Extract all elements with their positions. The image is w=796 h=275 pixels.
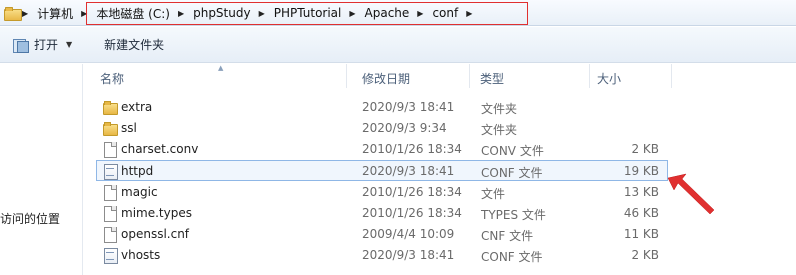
- breadcrumb-item-computer[interactable]: 计算机: [31, 2, 79, 24]
- chevron-right-icon[interactable]: ▶: [415, 9, 426, 18]
- file-date: 2020/9/3 9:34: [362, 121, 447, 135]
- file-type: TYPES 文件: [481, 208, 546, 222]
- column-header-name[interactable]: 名称: [100, 70, 124, 87]
- conf-file-icon: [103, 248, 118, 264]
- file-size: 2 KB: [631, 142, 659, 156]
- command-bar: 打开 ▼ 新建文件夹: [0, 27, 796, 63]
- file-name: mime.types: [121, 206, 192, 220]
- breadcrumb-item-phptutorial[interactable]: PHPTutorial: [268, 2, 348, 24]
- column-header-type[interactable]: 类型: [480, 70, 504, 87]
- column-header-date[interactable]: 修改日期: [362, 70, 410, 87]
- file-row-openssl-cnf[interactable]: openssl.cnf 2009/4/4 10:09 CNF 文件 11 KB: [96, 223, 668, 244]
- nav-item-recent-places[interactable]: 访问的位置: [0, 210, 60, 227]
- file-size: 2 KB: [631, 248, 659, 262]
- file-row-extra[interactable]: extra 2020/9/3 18:41 文件夹: [96, 96, 668, 117]
- file-icon: [103, 142, 117, 158]
- file-name: magic: [121, 185, 158, 199]
- folder-icon: [103, 121, 118, 136]
- file-row-charset-conv[interactable]: charset.conv 2010/1/26 18:34 CONV 文件 2 K…: [96, 138, 668, 159]
- pane-splitter[interactable]: [82, 64, 83, 275]
- file-name: extra: [121, 100, 153, 114]
- sort-ascending-icon: ▲: [218, 64, 224, 72]
- file-name: openssl.cnf: [121, 227, 190, 241]
- file-row-httpd[interactable]: httpd 2020/9/3 18:41 CONF 文件 19 KB: [96, 160, 668, 181]
- file-name: charset.conv: [121, 142, 199, 156]
- file-row-mime-types[interactable]: mime.types 2010/1/26 18:34 TYPES 文件 46 K…: [96, 202, 668, 223]
- chevron-right-icon[interactable]: ▶: [347, 9, 358, 18]
- file-type: 文件: [481, 187, 506, 201]
- file-name: ssl: [121, 121, 137, 135]
- new-folder-button[interactable]: 新建文件夹: [96, 32, 172, 58]
- file-name: httpd: [121, 164, 154, 178]
- file-row-magic[interactable]: magic 2010/1/26 18:34 文件 13 KB: [96, 181, 668, 202]
- breadcrumb-item-apache[interactable]: Apache: [359, 2, 416, 24]
- chevron-right-icon[interactable]: ▶: [257, 9, 268, 18]
- file-row-ssl[interactable]: ssl 2020/9/3 9:34 文件夹: [96, 117, 668, 138]
- chevron-down-icon[interactable]: ▼: [66, 40, 72, 49]
- open-button[interactable]: 打开 ▼: [4, 32, 80, 58]
- file-date: 2020/9/3 18:41: [362, 164, 455, 178]
- breadcrumb-item-conf[interactable]: conf: [426, 2, 464, 24]
- column-divider[interactable]: [589, 64, 590, 88]
- file-date: 2020/9/3 18:41: [362, 100, 455, 114]
- column-divider[interactable]: [671, 64, 672, 88]
- folder-icon: [103, 100, 118, 115]
- breadcrumb-item-phpstudy[interactable]: phpStudy: [187, 2, 257, 24]
- file-type: 文件夹: [481, 123, 518, 137]
- file-date: 2009/4/4 10:09: [362, 227, 455, 241]
- file-date: 2020/9/3 18:41: [362, 248, 455, 262]
- red-arrow-annotation: [667, 173, 715, 215]
- address-bar[interactable]: ▶ 计算机 ▶ 本地磁盘 (C:) ▶ phpStudy ▶ PHPTutori…: [0, 0, 796, 26]
- chevron-right-icon[interactable]: ▶: [176, 9, 187, 18]
- open-label: 打开: [34, 38, 59, 52]
- file-type: CONF 文件: [481, 250, 543, 264]
- folder-icon: [4, 7, 22, 21]
- column-divider[interactable]: [346, 64, 347, 88]
- breadcrumb-item-drive-c[interactable]: 本地磁盘 (C:): [90, 2, 176, 24]
- file-icon: [103, 227, 117, 243]
- file-type: CNF 文件: [481, 229, 534, 243]
- breadcrumb: ▶ 计算机 ▶ 本地磁盘 (C:) ▶ phpStudy ▶ PHPTutori…: [0, 2, 475, 24]
- file-size: 11 KB: [623, 227, 659, 241]
- new-folder-label: 新建文件夹: [104, 38, 165, 52]
- navigation-pane[interactable]: 访问的位置: [0, 64, 82, 275]
- file-size: 13 KB: [623, 185, 659, 199]
- file-icon: [103, 185, 117, 201]
- chevron-right-icon[interactable]: ▶: [79, 9, 90, 18]
- file-date: 2010/1/26 18:34: [362, 142, 462, 156]
- file-name: vhosts: [121, 248, 161, 262]
- file-icon: [103, 206, 117, 222]
- file-date: 2010/1/26 18:34: [362, 206, 462, 220]
- file-size: 19 KB: [623, 164, 659, 178]
- file-size: 46 KB: [623, 206, 659, 220]
- column-divider[interactable]: [469, 64, 470, 88]
- file-date: 2010/1/26 18:34: [362, 185, 462, 199]
- chevron-right-icon[interactable]: ▶: [464, 9, 475, 18]
- conf-file-icon: [103, 164, 118, 180]
- column-header-size[interactable]: 大小: [597, 70, 621, 87]
- file-type: CONF 文件: [481, 166, 543, 180]
- file-type: CONV 文件: [481, 144, 544, 158]
- file-row-vhosts[interactable]: vhosts 2020/9/3 18:41 CONF 文件 2 KB: [96, 244, 668, 265]
- open-icon: [12, 38, 29, 53]
- column-headers: ▲ 名称 修改日期 类型 大小: [83, 64, 796, 88]
- file-type: 文件夹: [481, 102, 518, 116]
